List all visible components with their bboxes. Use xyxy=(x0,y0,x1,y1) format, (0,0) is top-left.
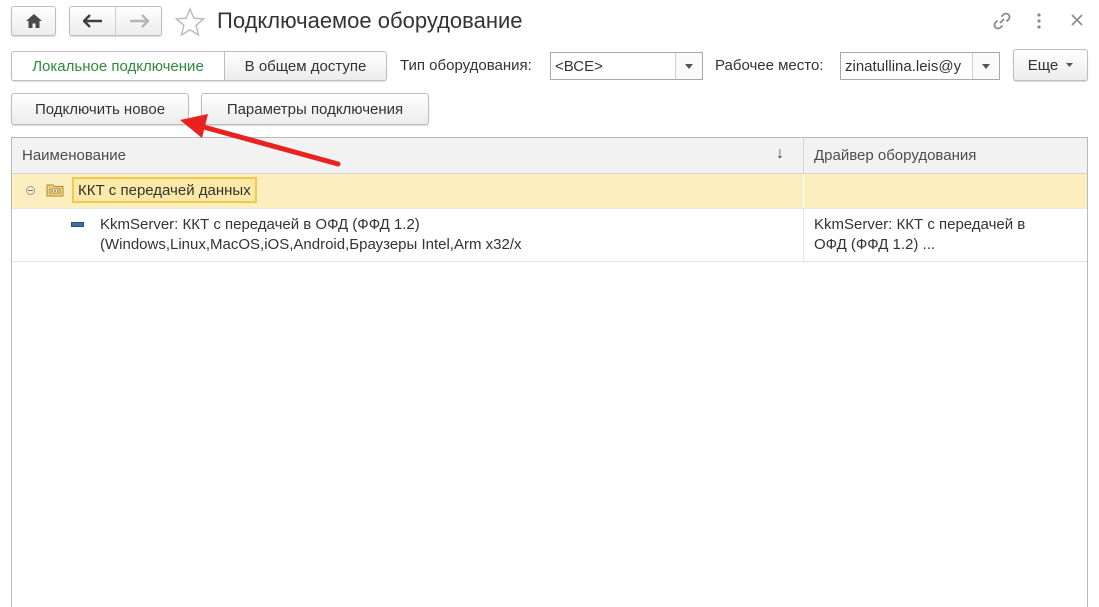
forward-button[interactable] xyxy=(116,7,161,35)
table-row[interactable]: KkmServer: ККТ с передачей в ОФД (ФФД 1.… xyxy=(12,209,1087,262)
mode-local-button[interactable]: Локальное подключение xyxy=(12,52,225,80)
equipment-type-value: <ВСЕ> xyxy=(555,57,603,75)
column-header-driver[interactable]: Драйвер оборудования xyxy=(814,147,976,164)
workplace-label: Рабочее место: xyxy=(715,57,824,74)
mode-shared-button[interactable]: В общем доступе xyxy=(225,52,386,80)
favorite-star-icon[interactable] xyxy=(174,7,206,37)
group-label: ККТ с передачей данных xyxy=(72,177,257,203)
collapse-toggle-icon[interactable] xyxy=(26,186,35,195)
workplace-value: zinatullina.leis@y xyxy=(845,57,962,75)
equipment-type-label: Тип оборудования: xyxy=(400,57,532,74)
column-divider xyxy=(803,209,804,261)
page-title: Подключаемое оборудование xyxy=(217,8,523,33)
home-button[interactable] xyxy=(11,6,56,36)
connection-mode-toggle: Локальное подключение В общем доступе xyxy=(11,51,387,81)
close-icon[interactable] xyxy=(1071,14,1083,26)
folder-icon xyxy=(46,184,64,197)
sort-arrow-icon[interactable]: ↓ xyxy=(776,145,784,163)
connect-new-button[interactable]: Подключить новое xyxy=(11,93,189,125)
chevron-down-icon xyxy=(982,63,990,69)
more-button-label: Еще xyxy=(1027,56,1059,74)
workplace-dropdown[interactable] xyxy=(972,53,999,79)
more-button[interactable]: Еще xyxy=(1013,49,1088,81)
row-name-line: KkmServer: ККТ с передачей в ОФД (ФФД 1.… xyxy=(100,216,420,233)
back-button[interactable] xyxy=(70,7,116,35)
workplace-select[interactable]: zinatullina.leis@y xyxy=(840,52,1000,80)
equipment-table[interactable]: Наименование ↓ Драйвер оборудования ККТ … xyxy=(11,137,1088,607)
more-vertical-icon[interactable] xyxy=(1036,12,1042,30)
row-driver-line: ОФД (ФФД 1.2) ... xyxy=(814,236,936,253)
row-driver-cell: KkmServer: ККТ с передачей в ОФД (ФФД 1.… xyxy=(814,215,1074,255)
annotation-arrow-icon xyxy=(180,114,341,167)
link-icon[interactable] xyxy=(991,10,1013,32)
equipment-item-icon xyxy=(71,222,84,227)
forward-arrow-icon xyxy=(129,14,149,28)
row-name-cell: KkmServer: ККТ с передачей в ОФД (ФФД 1.… xyxy=(100,215,790,255)
home-icon xyxy=(25,14,42,28)
chevron-down-icon xyxy=(685,63,693,69)
equipment-type-dropdown[interactable] xyxy=(675,53,702,79)
table-group-row[interactable]: ККТ с передачей данных xyxy=(12,174,1087,209)
back-arrow-icon xyxy=(82,14,102,28)
column-divider[interactable] xyxy=(803,138,804,173)
equipment-type-select[interactable]: <ВСЕ> xyxy=(550,52,703,80)
chevron-down-icon xyxy=(1066,63,1074,67)
row-driver-line: KkmServer: ККТ с передачей в xyxy=(814,216,1026,233)
column-header-name[interactable]: Наименование xyxy=(22,147,126,164)
column-divider xyxy=(803,174,804,208)
row-name-line: (Windows,Linux,MacOS,iOS,Android,Браузер… xyxy=(100,236,522,253)
history-nav-group xyxy=(69,6,162,36)
